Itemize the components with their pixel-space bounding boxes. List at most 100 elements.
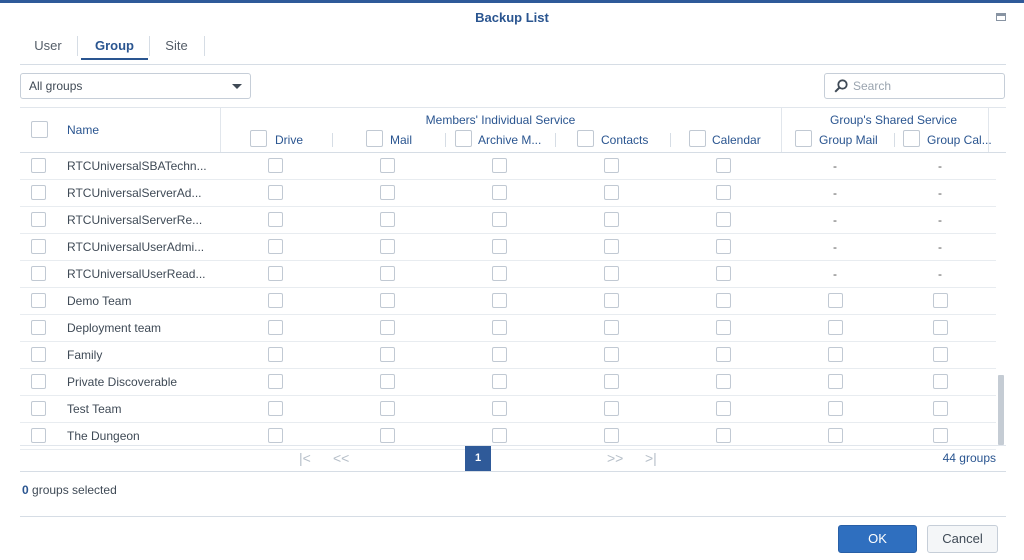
row-select-checkbox[interactable] [31, 401, 46, 416]
member-service-checkbox[interactable] [268, 239, 283, 254]
scrollbar-thumb[interactable] [998, 375, 1004, 445]
member-service-checkbox[interactable] [716, 401, 731, 416]
shared-column-header-checkbox[interactable] [903, 130, 920, 147]
row-select-checkbox[interactable] [31, 428, 46, 443]
minimize-icon[interactable] [996, 13, 1006, 21]
table-row[interactable]: Deployment team [20, 315, 996, 342]
member-column-header-checkbox[interactable] [577, 130, 594, 147]
member-service-checkbox[interactable] [492, 401, 507, 416]
first-page-icon[interactable]: |< [299, 446, 311, 471]
shared-service-checkbox[interactable] [828, 374, 843, 389]
search-box[interactable] [824, 73, 1005, 99]
table-row[interactable]: Test Team [20, 396, 996, 423]
member-service-checkbox[interactable] [604, 293, 619, 308]
member-column-header-checkbox[interactable] [250, 130, 267, 147]
member-service-checkbox[interactable] [492, 239, 507, 254]
table-row[interactable]: Demo Team [20, 288, 996, 315]
search-input[interactable] [853, 77, 998, 95]
member-service-checkbox[interactable] [380, 320, 395, 335]
member-service-checkbox[interactable] [492, 158, 507, 173]
member-service-checkbox[interactable] [492, 374, 507, 389]
row-select-checkbox[interactable] [31, 158, 46, 173]
member-service-checkbox[interactable] [716, 347, 731, 362]
member-column-header-checkbox[interactable] [689, 130, 706, 147]
member-service-checkbox[interactable] [604, 185, 619, 200]
member-service-checkbox[interactable] [380, 347, 395, 362]
member-service-checkbox[interactable] [380, 212, 395, 227]
member-service-checkbox[interactable] [380, 239, 395, 254]
member-service-checkbox[interactable] [492, 347, 507, 362]
member-service-checkbox[interactable] [492, 428, 507, 443]
member-service-checkbox[interactable] [268, 374, 283, 389]
shared-service-checkbox[interactable] [933, 293, 948, 308]
last-page-icon[interactable]: >| [645, 446, 657, 471]
member-service-checkbox[interactable] [604, 347, 619, 362]
shared-service-checkbox[interactable] [933, 401, 948, 416]
tab-site[interactable]: Site [150, 34, 203, 60]
member-service-checkbox[interactable] [716, 320, 731, 335]
current-page-button[interactable]: 1 [465, 446, 491, 471]
row-select-checkbox[interactable] [31, 212, 46, 227]
member-service-checkbox[interactable] [380, 185, 395, 200]
row-select-checkbox[interactable] [31, 266, 46, 281]
member-service-checkbox[interactable] [268, 266, 283, 281]
member-service-checkbox[interactable] [604, 239, 619, 254]
row-select-checkbox[interactable] [31, 239, 46, 254]
member-column-header-checkbox[interactable] [455, 130, 472, 147]
member-service-checkbox[interactable] [380, 158, 395, 173]
table-row[interactable]: RTCUniversalUserRead... - - [20, 261, 996, 288]
member-service-checkbox[interactable] [716, 293, 731, 308]
member-service-checkbox[interactable] [604, 320, 619, 335]
member-service-checkbox[interactable] [380, 428, 395, 443]
member-service-checkbox[interactable] [268, 185, 283, 200]
member-column-header-checkbox[interactable] [366, 130, 383, 147]
member-service-checkbox[interactable] [604, 266, 619, 281]
member-service-checkbox[interactable] [380, 293, 395, 308]
row-select-checkbox[interactable] [31, 374, 46, 389]
member-service-checkbox[interactable] [604, 401, 619, 416]
member-service-checkbox[interactable] [380, 401, 395, 416]
table-row[interactable]: RTCUniversalUserAdmi... - - [20, 234, 996, 261]
row-select-checkbox[interactable] [31, 185, 46, 200]
member-service-checkbox[interactable] [492, 185, 507, 200]
row-select-checkbox[interactable] [31, 320, 46, 335]
shared-column-header-checkbox[interactable] [795, 130, 812, 147]
member-service-checkbox[interactable] [716, 185, 731, 200]
table-row[interactable]: Private Discoverable [20, 369, 996, 396]
shared-service-checkbox[interactable] [933, 374, 948, 389]
shared-service-checkbox[interactable] [828, 293, 843, 308]
member-service-checkbox[interactable] [716, 428, 731, 443]
member-service-checkbox[interactable] [492, 212, 507, 227]
next-page-icon[interactable]: >> [607, 446, 623, 471]
shared-service-checkbox[interactable] [828, 428, 843, 443]
shared-service-checkbox[interactable] [933, 320, 948, 335]
table-row[interactable]: RTCUniversalServerRe... - - [20, 207, 996, 234]
table-row[interactable]: RTCUniversalSBATechn... - - [20, 153, 996, 180]
member-service-checkbox[interactable] [716, 266, 731, 281]
select-all-checkbox[interactable] [31, 121, 48, 138]
member-service-checkbox[interactable] [268, 347, 283, 362]
member-service-checkbox[interactable] [492, 293, 507, 308]
member-service-checkbox[interactable] [268, 428, 283, 443]
table-row[interactable]: RTCUniversalServerAd... - - [20, 180, 996, 207]
member-service-checkbox[interactable] [268, 212, 283, 227]
member-service-checkbox[interactable] [492, 266, 507, 281]
member-service-checkbox[interactable] [268, 293, 283, 308]
member-service-checkbox[interactable] [604, 428, 619, 443]
table-row[interactable]: Family [20, 342, 996, 369]
member-service-checkbox[interactable] [716, 158, 731, 173]
tab-group[interactable]: Group [81, 34, 148, 60]
shared-service-checkbox[interactable] [828, 320, 843, 335]
member-service-checkbox[interactable] [604, 374, 619, 389]
member-service-checkbox[interactable] [380, 266, 395, 281]
member-service-checkbox[interactable] [268, 401, 283, 416]
tab-user[interactable]: User [20, 34, 76, 60]
member-service-checkbox[interactable] [716, 239, 731, 254]
row-select-checkbox[interactable] [31, 293, 46, 308]
member-service-checkbox[interactable] [716, 212, 731, 227]
column-header-name[interactable]: Name [67, 122, 99, 138]
member-service-checkbox[interactable] [604, 212, 619, 227]
member-service-checkbox[interactable] [380, 374, 395, 389]
shared-service-checkbox[interactable] [828, 401, 843, 416]
shared-service-checkbox[interactable] [828, 347, 843, 362]
